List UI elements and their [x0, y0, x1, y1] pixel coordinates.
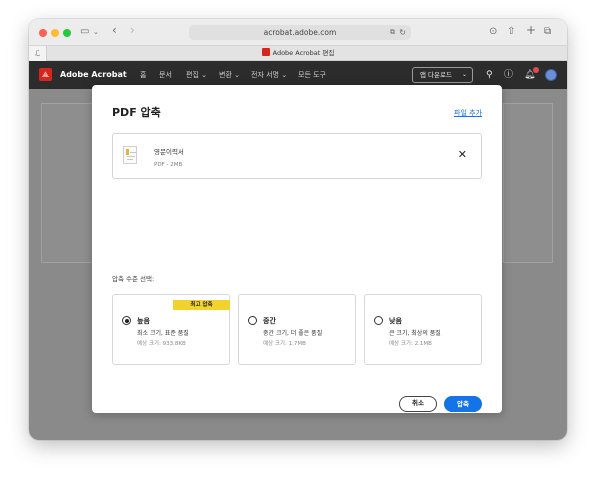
nav-edit[interactable]: 편집 ⌄ [186, 70, 207, 80]
option-title: 높음 [137, 317, 150, 325]
option-title: 중간 [263, 317, 276, 325]
option-estimated-size: 예상 크기: 933.8KB [137, 341, 186, 347]
address-text: acrobat.adobe.com [263, 28, 337, 37]
cancel-button[interactable]: 취소 [399, 396, 437, 412]
option-estimated-size: 예상 크기: 1.7MB [263, 341, 306, 347]
back-icon[interactable]: ‹ [112, 24, 117, 36]
option-title: 낮음 [389, 317, 402, 325]
avatar[interactable] [545, 69, 557, 81]
tab-bar: ℒ Adobe Acrobat 편집 [29, 45, 567, 61]
pdf-file-icon [123, 146, 137, 164]
reload-icon[interactable]: ↻ [399, 25, 406, 40]
file-meta: PDF - 2MB [154, 162, 183, 168]
nav-esign[interactable]: 전자 서명 ⌄ [251, 70, 287, 80]
download-app-label: 앱 다운로드 [420, 71, 452, 79]
nav-convert[interactable]: 변환 ⌄ [219, 70, 240, 80]
acrobat-logo-icon[interactable]: ⟁ [39, 68, 52, 81]
compression-level-label: 압축 수준 선택: [112, 275, 155, 283]
minimize-window-button[interactable] [51, 29, 59, 37]
share-icon[interactable]: ⇧ [507, 26, 515, 38]
tab-title-text: Adobe Acrobat 편집 [272, 49, 335, 57]
tab-overview-icon[interactable]: ⧉ [544, 26, 551, 38]
browser-window: ▭ ⌄ ‹ › acrobat.adobe.com ⧉ ↻ ⊙ ⇧ + ⧉ ℒ … [29, 19, 567, 440]
radio-medium[interactable] [248, 316, 257, 325]
downloads-icon[interactable]: ⊙ [489, 26, 497, 38]
best-compression-badge: 최고 압축 [173, 300, 230, 310]
option-description: 중간 크기, 더 좋은 품질 [263, 330, 323, 337]
browser-toolbar: ▭ ⌄ ‹ › acrobat.adobe.com ⧉ ↻ ⊙ ⇧ + ⧉ [29, 19, 567, 45]
tab-acrobat[interactable]: Adobe Acrobat 편집 [29, 46, 567, 61]
dialog-title: PDF 압축 [112, 106, 161, 119]
nav-all-tools[interactable]: 모든 도구 [298, 70, 326, 80]
acrobat-favicon-icon [261, 48, 270, 56]
sidebar-toggle-icon[interactable]: ▭ [80, 26, 89, 38]
download-app-button[interactable]: 앱 다운로드 ⌄ [412, 67, 473, 83]
file-name: 영문이력서 [154, 148, 184, 156]
add-file-link[interactable]: 파일 추가 [454, 108, 482, 118]
forward-icon[interactable]: › [130, 24, 135, 36]
remove-file-close-icon[interactable]: ✕ [458, 148, 467, 162]
background-card-right [503, 103, 553, 263]
background-card-left [41, 103, 97, 263]
option-medium[interactable]: 중간 중간 크기, 더 좋은 품질 예상 크기: 1.7MB [238, 294, 356, 365]
nav-documents[interactable]: 문서 [159, 70, 172, 80]
app-name: Adobe Acrobat [60, 70, 127, 79]
option-low[interactable]: 낮음 큰 크기, 최상의 품질 예상 크기: 2.1MB [364, 294, 482, 365]
address-bar[interactable]: acrobat.adobe.com ⧉ ↻ [189, 25, 411, 40]
radio-high[interactable] [122, 316, 131, 325]
zoom-window-button[interactable] [63, 29, 71, 37]
option-description: 최소 크기, 표준 품질 [137, 330, 189, 337]
translate-icon[interactable]: ⧉ [390, 25, 395, 40]
option-high[interactable]: 최고 압축 높음 최소 크기, 표준 품질 예상 크기: 933.8KB [112, 294, 230, 365]
chevron-down-icon: ⌄ [461, 71, 467, 78]
compress-dialog: PDF 압축 파일 추가 영문이력서 PDF - 2MB ✕ 압축 수준 선택:… [92, 85, 502, 413]
compress-button[interactable]: 압축 [444, 396, 482, 412]
notification-badge [533, 67, 539, 73]
new-tab-icon[interactable]: + [526, 24, 536, 36]
search-icon[interactable]: ⚲ [486, 69, 493, 81]
option-description: 큰 크기, 최상의 품질 [389, 330, 441, 337]
close-window-button[interactable] [39, 29, 47, 37]
file-item: 영문이력서 PDF - 2MB ✕ [112, 133, 482, 179]
nav-home[interactable]: 홈 [140, 70, 146, 80]
chevron-down-icon[interactable]: ⌄ [93, 26, 99, 38]
radio-low[interactable] [374, 316, 383, 325]
help-icon[interactable]: ⓘ [504, 69, 513, 81]
option-estimated-size: 예상 크기: 2.1MB [389, 341, 432, 347]
